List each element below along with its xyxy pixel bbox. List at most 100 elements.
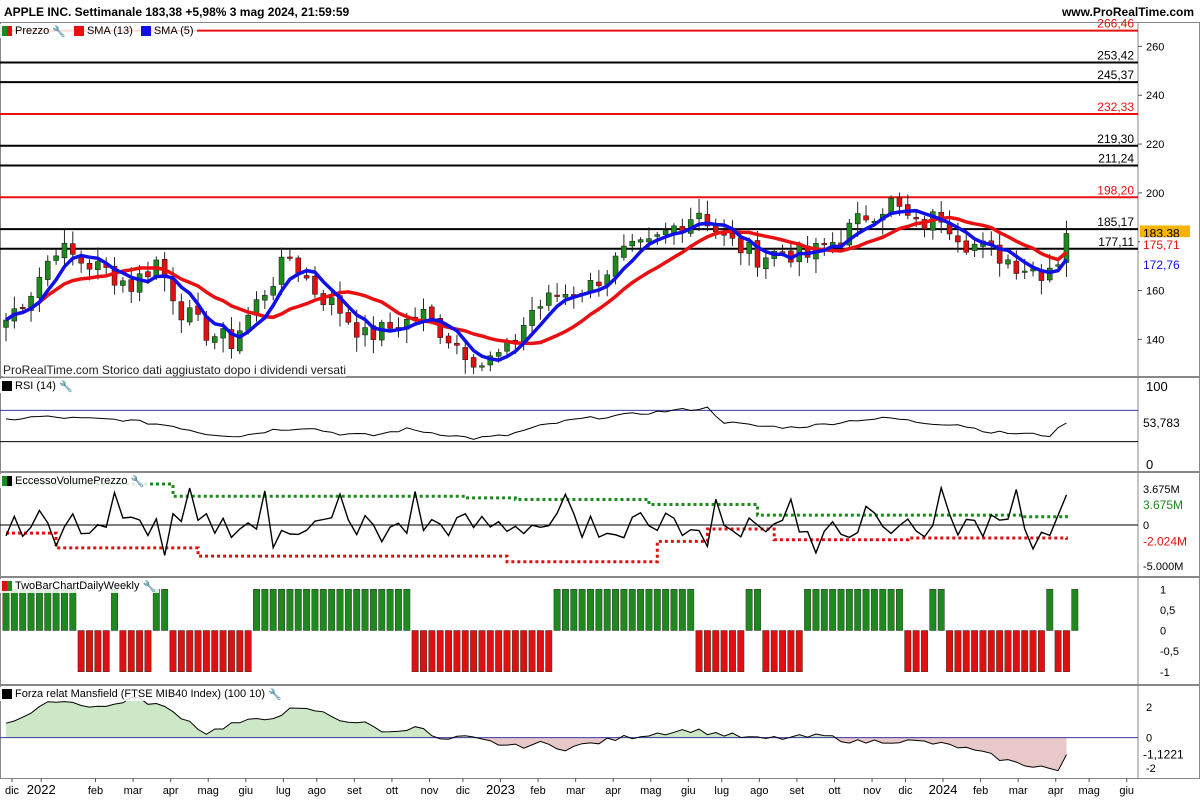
wrench-icon[interactable]: 🔧 xyxy=(59,380,73,393)
price-legend: Prezzo 🔧 SMA (13) SMA (5) xyxy=(0,24,197,38)
watermark: ProRealTime.com Storico dati aggiustato … xyxy=(3,363,347,377)
twobar-tick-label: 0 xyxy=(1160,626,1166,638)
mansfield-negative-area xyxy=(6,737,1067,771)
candle-body xyxy=(671,225,677,234)
candle-body xyxy=(629,240,635,247)
x-tick-label: lug xyxy=(276,785,291,797)
x-tick-label: mag xyxy=(640,785,661,797)
candle-body xyxy=(429,306,435,320)
twobar-bar xyxy=(754,589,761,631)
twobar-bar xyxy=(395,589,402,631)
twobar-bar xyxy=(729,630,736,672)
twobar-bar xyxy=(461,630,469,672)
candle-body xyxy=(95,261,101,270)
x-tick-label: mar xyxy=(124,785,143,797)
site-link[interactable]: www.ProRealTime.com xyxy=(1062,5,1194,19)
candle-body xyxy=(312,275,318,295)
candle-body xyxy=(1063,233,1070,263)
candle-body xyxy=(61,242,68,259)
candle-body xyxy=(763,257,769,270)
twobar-bar xyxy=(612,589,619,631)
twobar-bar xyxy=(344,589,352,631)
twobar-bar xyxy=(35,589,43,631)
candle-body xyxy=(420,309,427,321)
twobar-bar xyxy=(10,589,18,631)
x-tick-label: mag xyxy=(1078,785,1099,797)
candle-body xyxy=(662,230,669,235)
twobar-bar xyxy=(470,630,478,672)
level-label: 177,11 xyxy=(1098,235,1134,249)
twobar-bar xyxy=(503,630,511,672)
evp-tick-label: 3.675M xyxy=(1143,484,1180,496)
twobar-bar xyxy=(336,589,344,631)
twobar-bar xyxy=(453,630,461,672)
twobar-bar xyxy=(495,630,503,672)
candle-body xyxy=(529,309,535,326)
twobar-bar xyxy=(261,589,269,631)
twobar-bar xyxy=(937,589,945,631)
candle-body xyxy=(612,255,619,277)
twobar-bar xyxy=(603,589,611,631)
candle-body xyxy=(963,240,969,253)
candle-body xyxy=(145,271,151,278)
candle-body xyxy=(387,322,393,329)
x-tick-label: apr xyxy=(1048,785,1064,797)
twobar-bar xyxy=(887,589,895,631)
twobar-bar xyxy=(236,630,244,672)
rsi-line xyxy=(5,406,1067,440)
price-tick-label: 260 xyxy=(1146,41,1164,53)
twobar-bar xyxy=(161,589,169,631)
wrench-icon[interactable]: 🔧 xyxy=(52,25,66,38)
twobar-bar xyxy=(403,589,411,631)
twobar-bar xyxy=(94,630,102,672)
evp-tick-label: 0 xyxy=(1143,520,1149,532)
twobar-bar xyxy=(904,630,912,672)
x-tick-label: ott xyxy=(386,785,398,797)
x-tick-label: nov xyxy=(863,785,881,797)
x-tick-label: mar xyxy=(566,785,585,797)
twobar-bar xyxy=(737,630,745,672)
twobar-bar xyxy=(954,630,962,672)
pane-frame xyxy=(0,22,1200,377)
candle-body xyxy=(729,232,736,239)
twobar-bar xyxy=(61,589,68,631)
candle-body xyxy=(537,306,544,309)
candle-body xyxy=(70,243,76,255)
twobar-bar xyxy=(553,589,561,631)
mansfield-swatch-icon xyxy=(2,689,12,699)
twobar-bar xyxy=(854,589,862,631)
twobar-bar xyxy=(745,589,753,631)
candles-group xyxy=(3,192,1070,374)
twobar-bar xyxy=(177,630,185,672)
twobar-bar xyxy=(69,589,77,631)
twobar-bar xyxy=(787,630,795,672)
twobar-bar xyxy=(1029,630,1037,672)
mansfield-tick-label: 0 xyxy=(1146,733,1152,745)
sma13-swatch-icon xyxy=(73,26,84,36)
twobar-bar xyxy=(428,630,436,672)
sma5-tag: 172,76 xyxy=(1143,258,1180,272)
candle-body xyxy=(86,263,93,270)
x-tick-label: dic xyxy=(5,785,20,797)
wrench-icon[interactable]: 🔧 xyxy=(143,580,157,593)
price-tick-label: 160 xyxy=(1146,286,1164,298)
twobar-bar xyxy=(119,630,127,672)
wrench-icon[interactable]: 🔧 xyxy=(268,688,282,701)
candle-body xyxy=(637,239,644,243)
candle-body xyxy=(1021,270,1028,273)
twobar-bar xyxy=(328,589,336,631)
twobar-bar xyxy=(353,589,361,631)
twobar-bar xyxy=(637,589,645,631)
twobar-bar xyxy=(845,589,853,631)
twobar-bar xyxy=(1012,630,1020,672)
price-tick-label: 200 xyxy=(1146,188,1164,200)
x-tick-label: lug xyxy=(714,785,729,797)
evp-lower-tag: -2.024M xyxy=(1143,535,1187,549)
wrench-icon[interactable]: 🔧 xyxy=(131,475,145,488)
rsi-swatch-icon xyxy=(2,381,12,391)
x-tick-label: dic xyxy=(456,785,471,797)
candle-body xyxy=(128,279,134,292)
twobar-bar xyxy=(929,589,937,631)
rsi-value-tag: 53,783 xyxy=(1143,416,1180,430)
twobar-bar xyxy=(812,589,820,631)
